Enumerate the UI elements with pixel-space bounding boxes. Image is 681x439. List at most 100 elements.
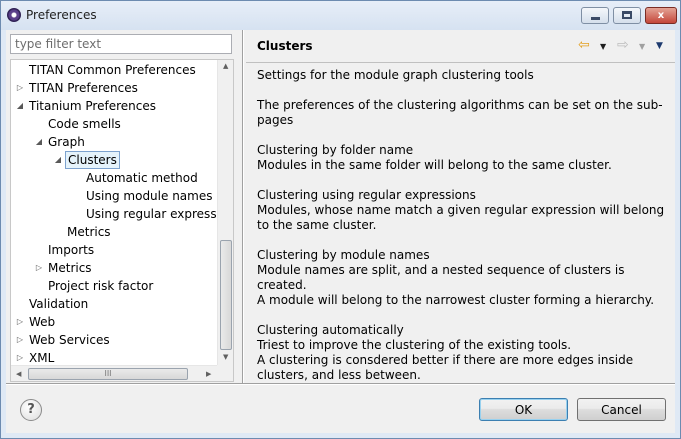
tree-item[interactable]: TITAN Common Preferences bbox=[11, 61, 216, 79]
maximize-button[interactable] bbox=[613, 7, 641, 24]
footer-separator bbox=[6, 383, 675, 385]
tree-horizontal-scrollbar[interactable]: ◀ III ▶ bbox=[11, 365, 217, 381]
page-header: Clusters ⇦ ▼ ⇨ ▼ ▼ bbox=[246, 30, 675, 62]
dialog-body: TITAN Common Preferences ▷ TITAN Preferenc… bbox=[6, 30, 675, 433]
section-heading: Clustering by folder name bbox=[257, 143, 414, 157]
minimize-icon bbox=[590, 17, 600, 20]
tree-item[interactable]: ◢ Graph bbox=[11, 133, 216, 151]
tree-item-label: Project risk factor bbox=[48, 279, 154, 293]
tree-item-label: Web bbox=[29, 315, 56, 329]
tree-item-label: Automatic method bbox=[86, 171, 198, 185]
scroll-up-icon[interactable]: ▲ bbox=[223, 62, 228, 70]
tree-item[interactable]: Imports bbox=[11, 241, 216, 259]
tree-item[interactable]: ◢ Titanium Preferences bbox=[11, 97, 216, 115]
tree-vertical-scroll-thumb[interactable] bbox=[220, 240, 232, 350]
description-paragraph: The preferences of the clustering algori… bbox=[257, 98, 672, 128]
tree-item[interactable]: Metrics bbox=[11, 223, 216, 241]
tree-item-label: Code smells bbox=[48, 117, 121, 131]
tree-item-label: Web Services bbox=[29, 333, 110, 347]
tree-item-label: Using module names bbox=[86, 189, 213, 203]
cancel-button[interactable]: Cancel bbox=[577, 398, 666, 421]
section-heading: Clustering automatically bbox=[257, 323, 404, 337]
description-paragraph: Clustering using regular expressions Modu… bbox=[257, 188, 672, 233]
window-title: Preferences bbox=[26, 8, 97, 22]
scroll-left-icon[interactable]: ◀ bbox=[16, 370, 21, 378]
ok-button[interactable]: OK bbox=[479, 398, 568, 421]
tree-item-label: Graph bbox=[48, 135, 85, 149]
section-heading: Clustering by module names bbox=[257, 248, 430, 262]
page-title: Clusters bbox=[257, 39, 313, 53]
tree-item[interactable]: ◢ Clusters bbox=[11, 151, 216, 169]
tree-vertical-scrollbar[interactable]: ▲ ▼ bbox=[217, 60, 233, 365]
tree-item-label: Titanium Preferences bbox=[29, 99, 156, 113]
description-line: Modules, whose name match a given regula… bbox=[257, 203, 665, 232]
forward-arrow-icon[interactable]: ⇨ bbox=[617, 36, 629, 54]
tree-item[interactable]: Code smells bbox=[11, 115, 216, 133]
description-line: Settings for the module graph clustering… bbox=[257, 68, 534, 82]
expand-icon[interactable]: ▷ bbox=[15, 79, 25, 97]
scroll-corner bbox=[217, 365, 233, 381]
back-history-dropdown-icon[interactable]: ▼ bbox=[600, 38, 606, 56]
tree-horizontal-scroll-thumb[interactable]: III bbox=[28, 368, 188, 380]
forward-history-dropdown-icon[interactable]: ▼ bbox=[639, 38, 645, 56]
tree-item[interactable]: Using regular expression bbox=[11, 205, 233, 223]
expand-icon[interactable]: ▷ bbox=[34, 259, 44, 277]
section-heading: Clustering using regular expressions bbox=[257, 188, 476, 202]
maximize-icon bbox=[622, 11, 632, 19]
preference-tree: TITAN Common Preferences ▷ TITAN Preferenc… bbox=[10, 59, 234, 382]
tree-item-label: Metrics bbox=[48, 261, 92, 275]
filter-input[interactable] bbox=[10, 34, 232, 54]
tree-item[interactable]: ▷ Web Services bbox=[11, 331, 216, 349]
close-icon: x bbox=[657, 10, 665, 21]
tree-item-label: TITAN Preferences bbox=[29, 81, 138, 95]
eclipse-app-icon bbox=[7, 8, 21, 22]
collapse-icon[interactable]: ◢ bbox=[15, 97, 25, 115]
expand-icon[interactable]: ▷ bbox=[15, 331, 25, 349]
tree-item-label: Clusters bbox=[65, 151, 120, 169]
expand-icon[interactable]: ▷ bbox=[15, 313, 25, 331]
tree-item[interactable]: ▷ TITAN Preferences bbox=[11, 79, 216, 97]
tree-item-label: Using regular expression bbox=[86, 207, 234, 221]
preferences-window: Preferences x TITAN Common Preferences▷T… bbox=[0, 0, 681, 439]
tree-item-label: Validation bbox=[29, 297, 89, 311]
close-button[interactable]: x bbox=[645, 7, 677, 24]
minimize-button[interactable] bbox=[581, 7, 609, 24]
description-line: Module names are split, and a nested seq… bbox=[257, 263, 625, 292]
description-paragraph: Settings for the module graph clustering… bbox=[257, 68, 672, 83]
title-bar[interactable]: Preferences x bbox=[1, 1, 680, 30]
collapse-icon[interactable]: ◢ bbox=[34, 133, 44, 151]
page-description: Settings for the module graph clustering… bbox=[257, 68, 672, 398]
scroll-down-icon[interactable]: ▼ bbox=[223, 353, 228, 361]
back-arrow-icon[interactable]: ⇦ bbox=[578, 36, 590, 54]
description-paragraph: Clustering by module names Module names a… bbox=[257, 248, 672, 308]
description-line: The preferences of the clustering algori… bbox=[257, 98, 663, 127]
description-paragraph: Clustering automatically Triest to improv… bbox=[257, 323, 672, 383]
tree-item-label: TITAN Common Preferences bbox=[29, 63, 196, 77]
view-menu-icon[interactable]: ▼ bbox=[656, 37, 663, 55]
tree-item[interactable]: Project risk factor bbox=[11, 277, 216, 295]
tree-item-label: Metrics bbox=[67, 225, 111, 239]
description-line: Modules in the same folder will belong t… bbox=[257, 158, 612, 172]
tree-item[interactable]: Automatic method bbox=[11, 169, 216, 187]
pane-splitter[interactable] bbox=[242, 30, 244, 383]
scroll-grip-icon: III bbox=[104, 369, 112, 378]
tree-item[interactable]: Validation bbox=[11, 295, 216, 313]
tree-item-label: Imports bbox=[48, 243, 95, 257]
description-paragraph: Clustering by folder name Modules in the … bbox=[257, 143, 672, 173]
tree-item[interactable]: ▷ Web bbox=[11, 313, 216, 331]
scroll-right-icon[interactable]: ▶ bbox=[206, 370, 211, 378]
tree-item[interactable]: ▷ Metrics bbox=[11, 259, 216, 277]
help-icon[interactable]: ? bbox=[20, 399, 42, 421]
tree-item[interactable]: Using module names bbox=[11, 187, 216, 205]
description-line: A module will belong to the narrowest cl… bbox=[257, 293, 655, 307]
collapse-icon[interactable]: ◢ bbox=[53, 151, 63, 169]
